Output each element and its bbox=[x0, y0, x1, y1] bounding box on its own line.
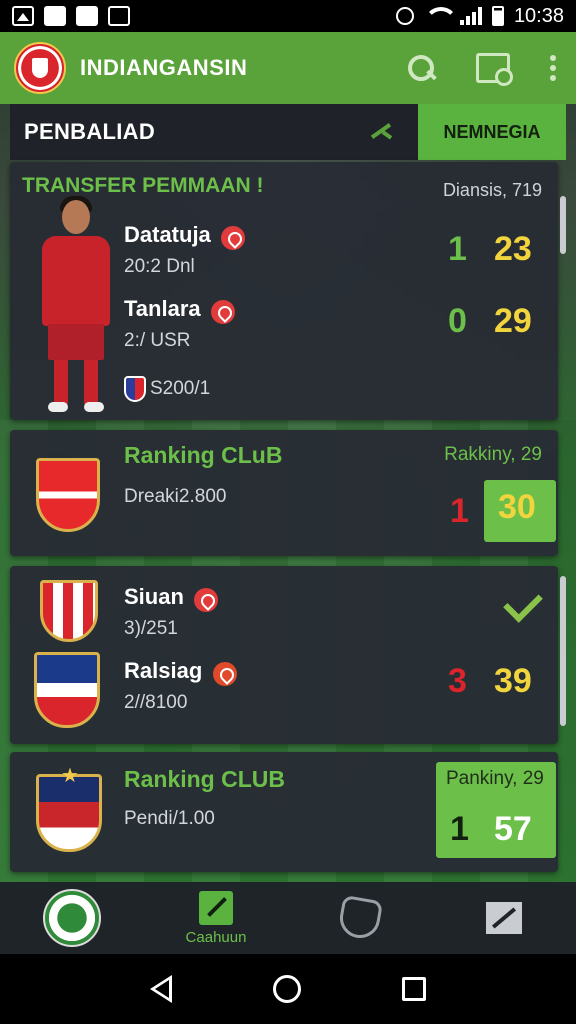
player-info: 2:/ USR bbox=[124, 330, 191, 351]
list-item: Siuan bbox=[124, 584, 219, 612]
nav-teams[interactable] bbox=[320, 882, 400, 954]
card-footer: S200/1 bbox=[124, 376, 210, 402]
score-right: 57 bbox=[494, 810, 532, 848]
shield-icon bbox=[124, 376, 146, 402]
clock: 10:38 bbox=[513, 4, 564, 27]
card-heading: Ranking CLUB bbox=[124, 766, 285, 792]
club-badge-icon bbox=[194, 587, 219, 612]
score-right: 23 bbox=[494, 230, 532, 268]
score-left: 1 bbox=[448, 230, 467, 268]
shield-icon bbox=[336, 894, 384, 942]
more-vert-icon[interactable] bbox=[550, 55, 556, 81]
score-left: 0 bbox=[448, 302, 467, 340]
home-icon[interactable] bbox=[272, 975, 301, 1003]
back-icon[interactable] bbox=[150, 975, 173, 1003]
footer-text: S200/1 bbox=[150, 378, 211, 399]
list-item: Tanlara bbox=[124, 296, 236, 324]
image-search-icon[interactable] bbox=[476, 53, 513, 86]
club-info: Dreaki2.800 bbox=[124, 486, 227, 507]
envelope-icon bbox=[486, 902, 522, 934]
club-info: 2//8100 bbox=[124, 692, 188, 713]
player-image bbox=[24, 192, 128, 420]
section-header: PENBALIAD NEMNEGIA bbox=[10, 104, 566, 160]
player-name: Datatuja bbox=[124, 222, 211, 247]
match-card[interactable]: Siuan 3)/251 Ralsiag 2//8100 3 39 bbox=[10, 566, 558, 744]
score-right: 29 bbox=[494, 302, 532, 340]
image-icon bbox=[12, 6, 34, 26]
edit-icon bbox=[199, 890, 233, 925]
score-left: 1 bbox=[450, 810, 469, 848]
scrollbar[interactable] bbox=[560, 576, 566, 726]
player-name: Tanlara bbox=[124, 296, 201, 321]
club-badge-icon bbox=[211, 299, 236, 324]
card-heading: Ranking CLuB bbox=[124, 442, 283, 468]
transfer-card[interactable]: TRANSFER PEMMAAN ! Diansis, 719 Datatuja… bbox=[10, 162, 558, 420]
search-icon[interactable] bbox=[406, 53, 436, 83]
card-meta: Diansis, 719 bbox=[442, 180, 542, 200]
section-title: PENBALIAD bbox=[24, 119, 156, 144]
score-right: 39 bbox=[494, 662, 532, 700]
app-title: INDIANGANSIN bbox=[80, 55, 248, 80]
score-left: 1 bbox=[450, 492, 469, 530]
club-info: Pendi/1.00 bbox=[124, 808, 215, 829]
score-left: 3 bbox=[448, 662, 467, 700]
list-item: Datatuja bbox=[124, 222, 246, 250]
alarm-icon bbox=[395, 7, 414, 25]
wifi-icon bbox=[423, 7, 458, 25]
edit-icon bbox=[44, 6, 66, 26]
club-name: Siuan bbox=[124, 584, 184, 609]
game-icon bbox=[108, 6, 130, 26]
score-right: 30 bbox=[498, 488, 536, 526]
status-bar: 10:38 bbox=[0, 0, 576, 32]
system-navigation-bar bbox=[0, 954, 576, 1024]
sim-icon bbox=[76, 6, 98, 26]
club-badge-icon bbox=[221, 225, 246, 250]
nav-active[interactable]: Caahuun bbox=[176, 882, 256, 954]
club-crest-icon bbox=[40, 580, 98, 642]
recent-apps-icon[interactable] bbox=[401, 977, 426, 1001]
club-crest-icon bbox=[34, 652, 100, 728]
nav-club[interactable] bbox=[32, 882, 112, 954]
battery-icon bbox=[491, 6, 504, 26]
club-crest-icon bbox=[36, 458, 100, 532]
nav-messages[interactable] bbox=[464, 882, 544, 954]
card-meta: Rakkiny, 29 bbox=[444, 444, 542, 465]
football-icon bbox=[43, 889, 101, 947]
club-crest-icon: ★ bbox=[36, 765, 102, 852]
player-info: 20:2 Dnl bbox=[124, 256, 195, 277]
check-icon bbox=[503, 583, 543, 623]
nav-label: Caahuun bbox=[185, 928, 247, 946]
club-name: Ralsiag bbox=[124, 658, 203, 683]
signal-icon bbox=[459, 7, 482, 25]
tab-nemnegia[interactable]: NEMNEGIA bbox=[418, 104, 566, 160]
star-icon: ★ bbox=[61, 765, 79, 787]
bottom-navigation: Caahuun bbox=[0, 882, 576, 954]
score-box-label: Pankiny, 29 bbox=[446, 768, 544, 789]
club-info: 3)/251 bbox=[124, 618, 178, 639]
edit-icon[interactable] bbox=[368, 119, 394, 145]
list-item: Ralsiag bbox=[124, 658, 237, 686]
club-badge-icon bbox=[212, 661, 237, 686]
ranking-card[interactable]: Ranking CLuB Rakkiny, 29 Dreaki2.800 1 3… bbox=[10, 430, 558, 556]
club-logo-icon[interactable] bbox=[14, 42, 66, 94]
ranking-card[interactable]: ★ Ranking CLUB Pendi/1.00 Pankiny, 29 1 … bbox=[10, 752, 558, 872]
app-bar: INDIANGANSIN bbox=[0, 32, 576, 104]
scrollbar[interactable] bbox=[560, 196, 566, 254]
